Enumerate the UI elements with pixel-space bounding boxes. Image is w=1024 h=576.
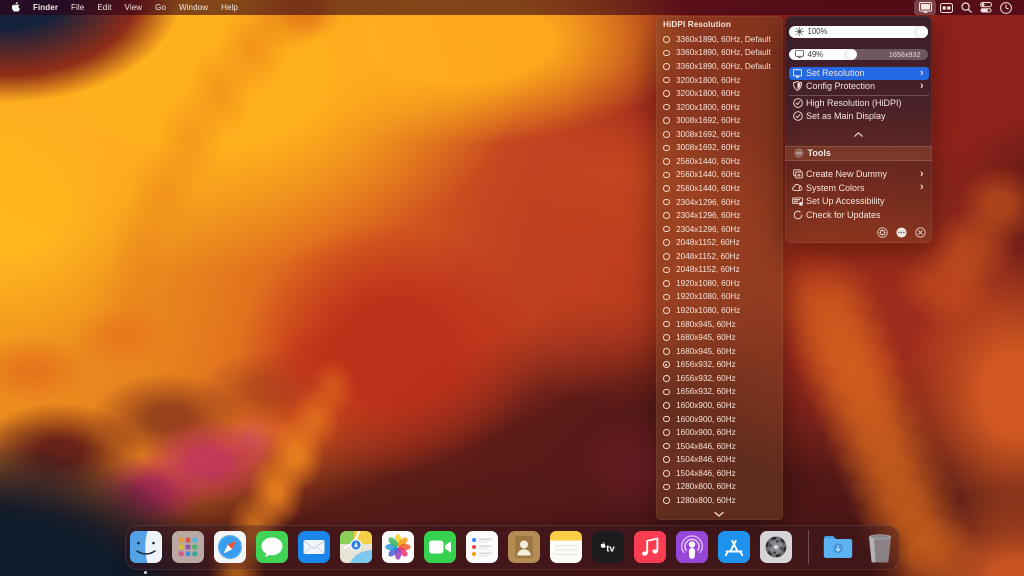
svg-text:tv: tv	[606, 544, 615, 555]
